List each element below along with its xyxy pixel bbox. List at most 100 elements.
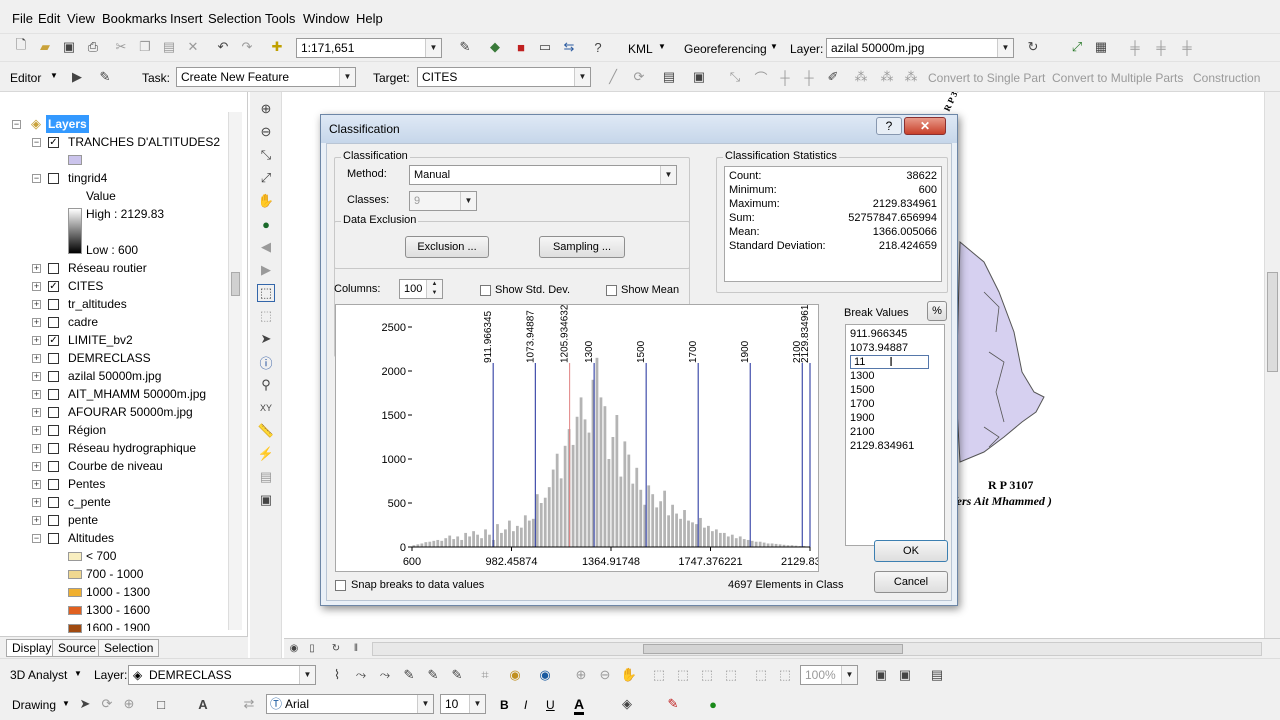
toc-row-demreclass[interactable]: + DEMRECLASS: [0, 349, 230, 367]
toc-row-azilal[interactable]: + azilal 50000m.jpg: [0, 367, 230, 385]
italic-button[interactable]: I: [524, 698, 527, 712]
expand-icon[interactable]: +: [32, 480, 41, 489]
toc-row-altitudes[interactable]: − Altitudes: [0, 529, 230, 547]
expand-icon[interactable]: +: [32, 498, 41, 507]
time-slider-icon[interactable]: ▣: [257, 491, 275, 509]
convert-single-part[interactable]: Convert to Single Part: [928, 71, 1045, 85]
fill-color-icon[interactable]: ◈: [618, 695, 636, 713]
redo-icon[interactable]: ↷: [238, 38, 256, 56]
bold-button[interactable]: B: [500, 698, 509, 712]
toc-row-pente[interactable]: + pente: [0, 511, 230, 529]
text-tool-icon[interactable]: A: [194, 695, 212, 713]
delete-icon[interactable]: ✕: [184, 38, 202, 56]
expand-icon[interactable]: +: [32, 390, 41, 399]
collapse-icon[interactable]: −: [12, 120, 21, 129]
break-values-list[interactable]: 911.966345 1073.94887 11 1300 1500 1700 …: [845, 324, 945, 546]
histogram-chart[interactable]: 0 500 1000 1500 2000 2500 600 982.45874 1364.917…: [336, 304, 840, 571]
fixed-zoom-in-icon[interactable]: ⤡: [257, 146, 275, 164]
break-value[interactable]: 1700: [850, 397, 874, 411]
construction-menu[interactable]: Construction: [1193, 71, 1260, 85]
sampling-button[interactable]: Sampling ...: [539, 236, 625, 258]
select-elements-icon[interactable]: ➤: [257, 330, 275, 348]
toc-row-region[interactable]: + Région: [0, 421, 230, 439]
reshape-icon[interactable]: ⌒: [752, 68, 770, 86]
trim-icon[interactable]: ✐: [824, 68, 842, 86]
scrollbar-thumb[interactable]: [231, 272, 240, 296]
back-arrow-icon[interactable]: ◀: [257, 238, 275, 256]
add-control-points-icon[interactable]: ⤢: [1068, 38, 1086, 56]
break-value[interactable]: 911.966345: [850, 327, 907, 341]
interpolate-point-icon[interactable]: ✎: [400, 666, 418, 684]
add-data-icon[interactable]: ✚: [268, 38, 286, 56]
toc-row-tr-altitudes[interactable]: + tr_altitudes: [0, 295, 230, 313]
rectangle-icon[interactable]: □: [152, 695, 170, 713]
georef-layer-combo[interactable]: azilal 50000m.jpg ▼: [826, 38, 1014, 58]
expand-icon[interactable]: +: [32, 516, 41, 525]
help-button[interactable]: ?: [876, 117, 902, 135]
visibility-checkbox[interactable]: [48, 353, 59, 364]
method-combo[interactable]: Manual ▼: [409, 165, 677, 185]
toggle-draft-icon[interactable]: ▣: [872, 666, 890, 684]
zoom-out-icon[interactable]: ⊖: [257, 123, 275, 141]
expand-icon[interactable]: +: [32, 264, 41, 273]
expand-icon[interactable]: +: [32, 282, 41, 291]
expand-icon[interactable]: +: [32, 300, 41, 309]
menu-window[interactable]: Window: [303, 11, 349, 26]
break-value[interactable]: 2129.834961: [850, 439, 914, 453]
tab-source[interactable]: Source: [52, 639, 103, 657]
expand-icon[interactable]: +: [32, 408, 41, 417]
layout-zoom-in-icon[interactable]: ⊕: [572, 666, 590, 684]
toc-row-tranches[interactable]: − ✓ TRANCHES D'ALTITUDES2: [0, 133, 230, 151]
line-of-sight-icon[interactable]: ⤳: [376, 666, 394, 684]
font-size-combo[interactable]: 10 ▼: [440, 694, 486, 714]
visibility-checkbox[interactable]: [48, 425, 59, 436]
fixed-zoom-in-layout-icon[interactable]: ⬚: [698, 666, 716, 684]
analyst-layer-combo[interactable]: ◈ DEMRECLASS ▼: [128, 665, 316, 685]
expand-icon[interactable]: +: [32, 336, 41, 345]
toc-row-c-pente[interactable]: + c_pente: [0, 493, 230, 511]
html-popup-icon[interactable]: ▤: [257, 468, 275, 486]
save-icon[interactable]: ▣: [60, 38, 78, 56]
toc-row-cites[interactable]: + ✓ CITES: [0, 277, 230, 295]
measure-icon[interactable]: 📏: [257, 422, 275, 440]
visibility-checkbox[interactable]: ✓: [48, 281, 59, 292]
identify-icon[interactable]: ⓘ: [257, 353, 275, 371]
toc-row-afourar[interactable]: + AFOURAR 50000m.jpg: [0, 403, 230, 421]
marker-color-icon[interactable]: ●: [704, 695, 722, 713]
visibility-checkbox[interactable]: [48, 299, 59, 310]
fixed-zoom-out-icon[interactable]: ⤢: [257, 169, 275, 187]
find-binoculars-icon[interactable]: ⚲: [257, 376, 275, 394]
sketch-tool-icon[interactable]: ✎: [96, 68, 114, 86]
edit-vertices-icon[interactable]: ⇄: [240, 695, 258, 713]
toc-row-tingrid[interactable]: − tingrid4: [0, 169, 230, 187]
expand-icon[interactable]: +: [32, 354, 41, 363]
topology-tool-icon[interactable]: ⤡: [726, 68, 744, 86]
rotate-tool-icon[interactable]: ⟳: [630, 68, 648, 86]
smooth-icon[interactable]: ⁂: [878, 68, 896, 86]
visibility-checkbox[interactable]: [48, 533, 59, 544]
select-features-icon[interactable]: ⬚: [257, 284, 275, 302]
arcglobe-icon[interactable]: ◉: [536, 666, 554, 684]
scrollbar-thumb[interactable]: [1267, 272, 1278, 372]
split-tool-icon[interactable]: ╱: [604, 68, 622, 86]
break-value[interactable]: 2100: [850, 425, 874, 439]
add-vertex-icon[interactable]: ┼: [800, 68, 818, 86]
columns-spinner[interactable]: 100 ▲ ▼: [399, 279, 443, 299]
line-color-icon[interactable]: ✎: [664, 695, 682, 713]
generalize-icon[interactable]: ⁂: [852, 68, 870, 86]
go-to-xy-icon[interactable]: XY: [257, 399, 275, 417]
histogram-panel[interactable]: 0 500 1000 1500 2000 2500 600 982.45874 1364.917…: [335, 304, 840, 572]
visibility-checkbox[interactable]: ✓: [48, 335, 59, 346]
edit-tool-icon[interactable]: ▶: [68, 68, 86, 86]
expand-icon[interactable]: +: [32, 372, 41, 381]
focus-data-frame-icon[interactable]: ▣: [896, 666, 914, 684]
expand-icon[interactable]: +: [32, 444, 41, 453]
forward-arrow-icon[interactable]: ▶: [257, 261, 275, 279]
exclusion-button[interactable]: Exclusion ...: [405, 236, 489, 258]
visibility-checkbox[interactable]: [48, 479, 59, 490]
interpolate-line-icon[interactable]: ✎: [424, 666, 442, 684]
layers-frame-label[interactable]: Layers: [46, 115, 89, 133]
font-combo[interactable]: Ⓣ Arial ▼: [266, 694, 434, 714]
collapse-icon[interactable]: −: [32, 138, 41, 147]
clear-selection-icon[interactable]: ⬚: [257, 307, 275, 325]
